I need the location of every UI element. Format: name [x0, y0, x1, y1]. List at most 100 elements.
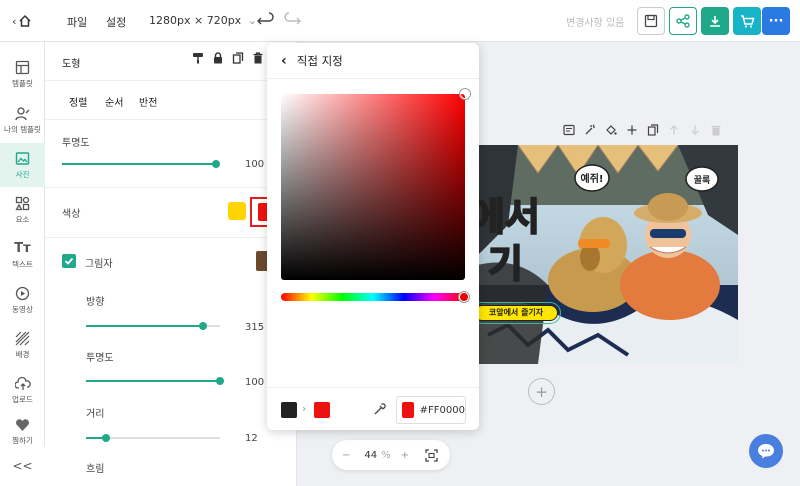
arrow-up-icon[interactable]	[668, 124, 680, 136]
share-button[interactable]	[669, 7, 697, 35]
sidebar-item-elements[interactable]: 요소	[0, 188, 45, 232]
hue-slider[interactable]	[281, 292, 469, 302]
shadow-checkbox[interactable]	[62, 254, 76, 268]
direction-value: 315	[245, 322, 265, 333]
arrow-down-icon[interactable]	[689, 124, 701, 136]
home-button[interactable]: ‹	[12, 10, 42, 32]
color-swatch-primary[interactable]	[228, 202, 246, 220]
chevron-right-icon: ›	[302, 402, 307, 415]
sidebar-item-background[interactable]: 배경	[0, 323, 45, 367]
canvas-toolbar	[563, 124, 722, 136]
fill-bucket-icon[interactable]	[605, 124, 617, 136]
pattern-icon	[15, 331, 30, 345]
panel-title: 도형	[62, 59, 81, 70]
previous-color-swatch	[281, 402, 297, 418]
slider-knob[interactable]	[102, 434, 111, 442]
save-status: 변경사항 있음	[566, 18, 625, 29]
paint-roller-icon[interactable]	[192, 52, 204, 64]
copy-icon[interactable]	[232, 52, 244, 64]
direction-slider[interactable]	[86, 319, 220, 333]
design-canvas-image[interactable]: 에서 기 예쥐! 꿀록 코앞에서 즐기자	[478, 145, 738, 364]
hue-cursor[interactable]	[459, 292, 469, 302]
zoom-control: − 44 % +	[332, 440, 450, 470]
trash-icon[interactable]	[252, 52, 264, 64]
new-color-swatch	[314, 402, 330, 418]
sidebar-item-video[interactable]: 동영상	[0, 278, 45, 322]
distance-slider[interactable]	[86, 431, 220, 445]
sidebar-item-my-template[interactable]: 나의 템플릿	[0, 98, 45, 142]
shadow-opacity-label: 투명도	[86, 353, 114, 364]
lock-icon[interactable]	[212, 52, 224, 64]
speech-bubble-1: 예쥐!	[574, 164, 610, 192]
fit-screen-icon[interactable]	[425, 448, 438, 462]
color-picker-popover: ‹ 직접 지정 › #FF0000	[267, 43, 479, 430]
note-icon[interactable]	[563, 124, 575, 136]
canvas-size-dropdown[interactable]: 1280px × 720px ⌄	[149, 14, 257, 27]
image-icon	[15, 151, 30, 165]
hex-input[interactable]: #FF0000	[396, 396, 466, 424]
sidebar-item-label: 텍스트	[12, 259, 33, 269]
save-button[interactable]	[637, 7, 665, 35]
sidebar-item-label: 요소	[15, 214, 30, 224]
cart-icon	[740, 14, 754, 28]
slider-knob[interactable]	[216, 377, 224, 385]
menu-file[interactable]: 파일	[67, 14, 87, 30]
zoom-out-button[interactable]: −	[342, 450, 350, 461]
speech-bubble-2: 꿀록	[685, 166, 719, 192]
more-button[interactable]: ···	[762, 7, 790, 35]
collapse-sidebar-button[interactable]: <<	[0, 446, 45, 486]
sidebar-item-favorites[interactable]: 찜하기	[0, 412, 45, 446]
plus-icon[interactable]	[626, 124, 638, 136]
tab-flip[interactable]: 반전	[139, 94, 157, 109]
menu-settings[interactable]: 설정	[106, 14, 126, 30]
share-icon	[676, 14, 690, 28]
hex-swatch	[402, 402, 414, 418]
slider-knob[interactable]	[198, 322, 207, 330]
double-chevron-left-icon: <<	[12, 459, 33, 473]
photo-illustration: 에서 기 예쥐! 꿀록	[478, 145, 738, 364]
panel-toolbar	[192, 52, 264, 64]
play-icon	[15, 286, 30, 300]
redo-icon[interactable]	[278, 7, 306, 35]
chat-support-button[interactable]	[749, 434, 783, 468]
zoom-unit: %	[381, 449, 391, 461]
duplicate-icon[interactable]	[647, 124, 659, 136]
shadow-opacity-value: 100	[245, 377, 265, 388]
opacity-label: 투명도	[62, 138, 90, 149]
download-button[interactable]	[701, 7, 729, 35]
direction-label: 방향	[86, 297, 105, 308]
top-bar: ‹ 파일 설정 1280px × 720px ⌄ 변경사항 있음 ···	[0, 0, 800, 42]
zoom-in-button[interactable]: +	[401, 450, 409, 461]
sidebar-item-photo[interactable]: 사진	[0, 143, 45, 187]
shadow-opacity-slider[interactable]	[86, 374, 224, 388]
sidebar-item-upload[interactable]: 업로드	[0, 368, 45, 412]
add-page-button[interactable]: +	[528, 378, 555, 405]
sidebar-item-template[interactable]: 템플릿	[0, 52, 45, 96]
slider-knob[interactable]	[212, 160, 220, 168]
magic-wand-icon[interactable]	[584, 124, 596, 136]
sv-cursor[interactable]	[460, 89, 470, 99]
eyedropper-icon[interactable]	[373, 403, 386, 416]
tab-align[interactable]: 정렬	[69, 94, 87, 109]
sidebar-item-label: 나의 템플릿	[4, 124, 41, 134]
tab-order[interactable]: 순서	[105, 94, 123, 109]
undo-icon[interactable]	[252, 7, 280, 35]
canvas-size-value: 1280px × 720px	[149, 14, 242, 27]
home-icon	[19, 14, 31, 27]
cart-button[interactable]	[733, 7, 761, 35]
back-icon[interactable]: ‹	[281, 53, 287, 69]
color-label: 색상	[62, 209, 81, 220]
speech-bubble-text-2: 꿀록	[694, 175, 711, 186]
banner-text: 코앞에서 즐기자	[488, 308, 544, 317]
sidebar-item-text[interactable]: Tт 텍스트	[0, 233, 45, 277]
opacity-slider[interactable]	[62, 157, 220, 171]
hex-value: #FF0000	[419, 404, 465, 416]
sidebar-item-label: 템플릿	[12, 78, 33, 88]
saturation-value-area[interactable]	[281, 89, 470, 280]
selected-banner-shape[interactable]: 코앞에서 즐기자	[478, 302, 561, 324]
layout-icon	[15, 60, 30, 74]
left-sidebar: 템플릿 나의 템플릿 사진 요소 Tт 텍스트 동영상 배경 업로드 찜하기 <…	[0, 42, 45, 486]
trash-icon[interactable]	[710, 124, 722, 136]
speech-bubble-text-1: 예쥐!	[581, 172, 604, 185]
shapes-icon	[15, 196, 30, 210]
